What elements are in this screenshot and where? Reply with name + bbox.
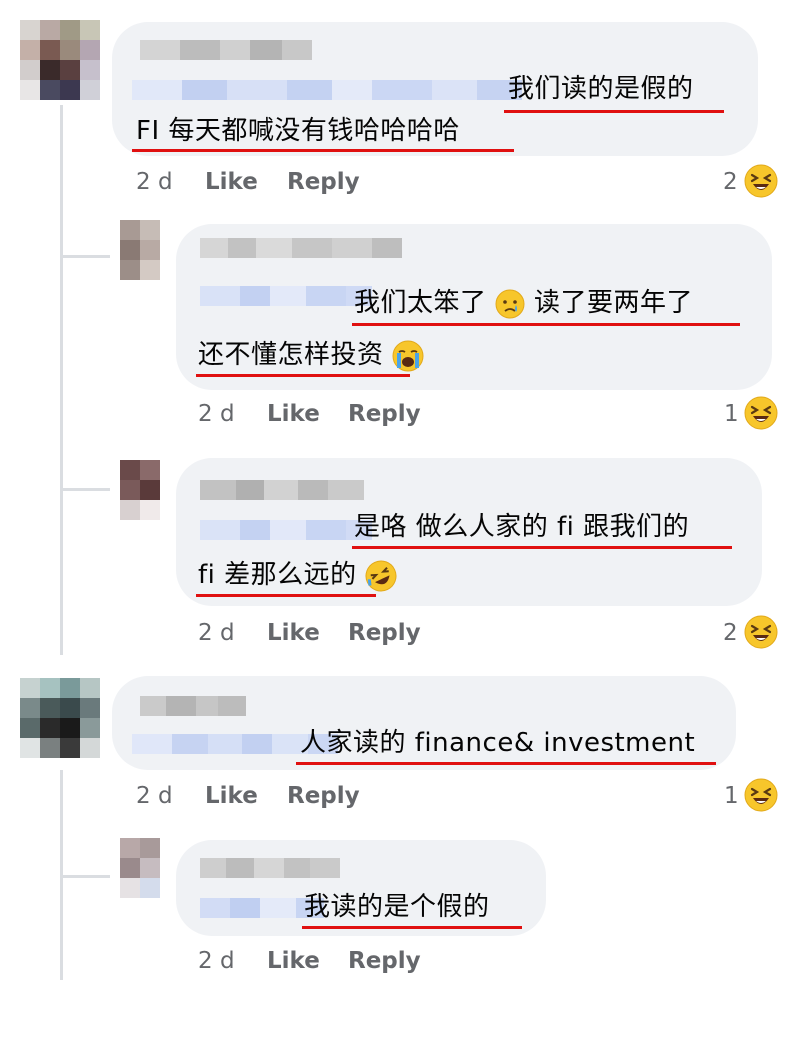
reply-button[interactable]: Reply xyxy=(348,948,421,974)
reply-button[interactable]: Reply xyxy=(287,783,360,809)
laughing-emoji-icon[interactable] xyxy=(744,778,778,812)
crying-face-emoji-icon xyxy=(495,289,525,318)
blurred-tag xyxy=(132,80,522,100)
laughing-emoji-icon[interactable] xyxy=(744,396,778,430)
laughing-emoji-icon[interactable] xyxy=(744,615,778,649)
thread-line xyxy=(60,105,63,655)
highlight-underline xyxy=(302,926,522,929)
highlight-underline xyxy=(352,323,740,326)
avatar[interactable] xyxy=(120,838,160,898)
reply-button[interactable]: Reply xyxy=(348,401,421,427)
reply-button[interactable]: Reply xyxy=(348,620,421,646)
reply-button[interactable]: Reply xyxy=(287,169,360,195)
comment-age: 2 d xyxy=(136,169,173,195)
comment-bubble[interactable]: 我们太笨了 读了要两年了 还不懂怎样投资 xyxy=(176,224,772,390)
loudly-crying-emoji-icon xyxy=(392,340,424,371)
comment-age: 2 d xyxy=(198,620,235,646)
blurred-author-name xyxy=(140,696,246,716)
highlight-underline xyxy=(352,546,732,549)
blurred-tag xyxy=(200,520,372,540)
comment-age: 2 d xyxy=(136,783,173,809)
highlight-underline xyxy=(296,762,716,765)
thread-branch xyxy=(60,488,110,491)
highlight-underline xyxy=(132,149,514,152)
comment-bubble[interactable]: 我们读的是假的 FI 每天都喊没有钱哈哈哈哈 xyxy=(112,22,758,156)
blurred-author-name xyxy=(200,238,402,258)
thread-branch xyxy=(60,875,110,878)
comment-text-line: 是咯 做么人家的 fi 跟我们的 xyxy=(354,512,690,542)
avatar[interactable] xyxy=(120,220,160,280)
comment-bubble[interactable]: 是咯 做么人家的 fi 跟我们的 fi 差那么远的 xyxy=(176,458,762,606)
thread-branch xyxy=(60,255,110,258)
comment-age: 2 d xyxy=(198,401,235,427)
blurred-tag xyxy=(200,286,372,306)
highlight-underline xyxy=(196,594,376,597)
blurred-author-name xyxy=(200,480,364,500)
like-button[interactable]: Like xyxy=(267,401,320,427)
comment-text-line: FI 每天都喊没有钱哈哈哈哈 xyxy=(136,116,460,146)
comment-text-line: 还不懂怎样投资 xyxy=(198,338,424,372)
avatar[interactable] xyxy=(120,460,160,520)
comment-text-line: 人家读的 finance& investment xyxy=(300,728,696,758)
like-button[interactable]: Like xyxy=(205,783,258,809)
like-button[interactable]: Like xyxy=(205,169,258,195)
comment-bubble[interactable]: 人家读的 finance& investment xyxy=(112,676,736,770)
highlight-underline xyxy=(196,374,410,377)
comment-text-line: fi 差那么远的 xyxy=(198,558,397,592)
reaction-count[interactable]: 1 xyxy=(724,783,739,809)
laughing-emoji-icon[interactable] xyxy=(744,164,778,198)
rofl-emoji-icon xyxy=(365,560,397,591)
avatar[interactable] xyxy=(20,678,100,758)
avatar[interactable] xyxy=(20,20,100,100)
like-button[interactable]: Like xyxy=(267,620,320,646)
blurred-author-name xyxy=(140,40,312,60)
comment-text-line: 我们读的是假的 xyxy=(508,74,694,104)
blurred-author-name xyxy=(200,858,340,878)
highlight-underline xyxy=(504,110,724,113)
comment-text-line: 我读的是个假的 xyxy=(304,892,490,922)
reaction-count[interactable]: 2 xyxy=(723,620,738,646)
reaction-count[interactable]: 2 xyxy=(723,169,738,195)
like-button[interactable]: Like xyxy=(267,948,320,974)
comment-text-line: 我们太笨了 读了要两年了 xyxy=(354,288,694,318)
reaction-count[interactable]: 1 xyxy=(724,401,739,427)
comment-bubble[interactable]: 我读的是个假的 xyxy=(176,840,546,936)
comment-age: 2 d xyxy=(198,948,235,974)
